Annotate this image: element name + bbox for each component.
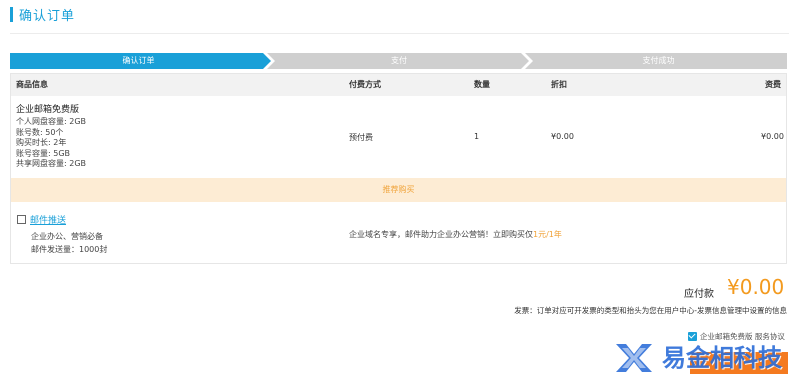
product-name: 企业邮箱免费版 [16,105,80,115]
watermark-text: 易金相科技 [662,344,782,372]
logo-x-icon [616,344,652,372]
addon-checkbox[interactable] [17,215,26,224]
spec-item: 账号容量: 5GB [16,148,71,158]
spec-item: 共享网盘容量: 2GB [16,159,87,168]
payable-label: 应付款 [684,289,714,300]
invoice-note: 发票：订单对应可开发票的类型和抬头为您在用户中心-发票信息管理中设置的信息 [514,306,787,315]
addon-promo: 企业域名专享，邮件助力企业办公营销！立即购买仅1元/1年 [349,229,562,240]
discount-value: ¥0.00 [551,132,574,141]
fee-value: ¥0.00 [761,132,784,141]
page-title: 确认订单 [10,6,76,24]
addon-link-mail-push[interactable]: 邮件推送 [30,213,66,226]
spec-item: 购买时长: 2年 [16,138,67,147]
order-table: 商品信息 付费方式 数量 折扣 资费 企业邮箱免费版 个人网盘容量: 2GB 账… [10,73,787,264]
addon-item: 邮件推送 企业办公、营销必备 邮件发送量：1000封 [17,213,107,254]
header-discount: 折扣 [551,80,567,89]
addon-desc: 企业办公、营销必备 [31,232,103,241]
recommend-banner: 推荐购买 [11,178,786,202]
progress-steps: 确认订单 支付 支付成功 [10,53,787,69]
spec-item: 个人网盘容量: 2GB [16,117,87,126]
header-product-info: 商品信息 [16,80,48,89]
step-pay-label: 支付 [391,56,407,65]
product-info: 企业邮箱免费版 个人网盘容量: 2GB 账号数: 50个 购买时长: 2年 账号… [16,104,86,170]
title-divider [10,33,789,34]
header-pay-type: 付费方式 [349,80,381,89]
table-header: 商品信息 付费方式 数量 折扣 资费 [11,74,786,96]
quantity-value: 1 [474,132,480,141]
addon-quota: 邮件发送量：1000封 [31,245,108,254]
pay-type-value: 预付费 [349,133,373,142]
payable-amount: ¥0.00 [727,275,785,299]
promo-price: 1元/1年 [533,230,562,239]
header-fee: 资费 [765,80,781,89]
step-success-label: 支付成功 [642,56,675,65]
title-accent-bar [10,6,13,22]
watermark: 易金相科技 [612,338,792,378]
header-quantity: 数量 [474,80,490,89]
spec-item: 账号数: 50个 [16,127,64,137]
promo-text: 企业域名专享，邮件助力企业办公营销！立即购买仅 [349,230,533,239]
page-title-text: 确认订单 [19,8,76,24]
step-confirm-label: 确认订单 [122,56,155,65]
